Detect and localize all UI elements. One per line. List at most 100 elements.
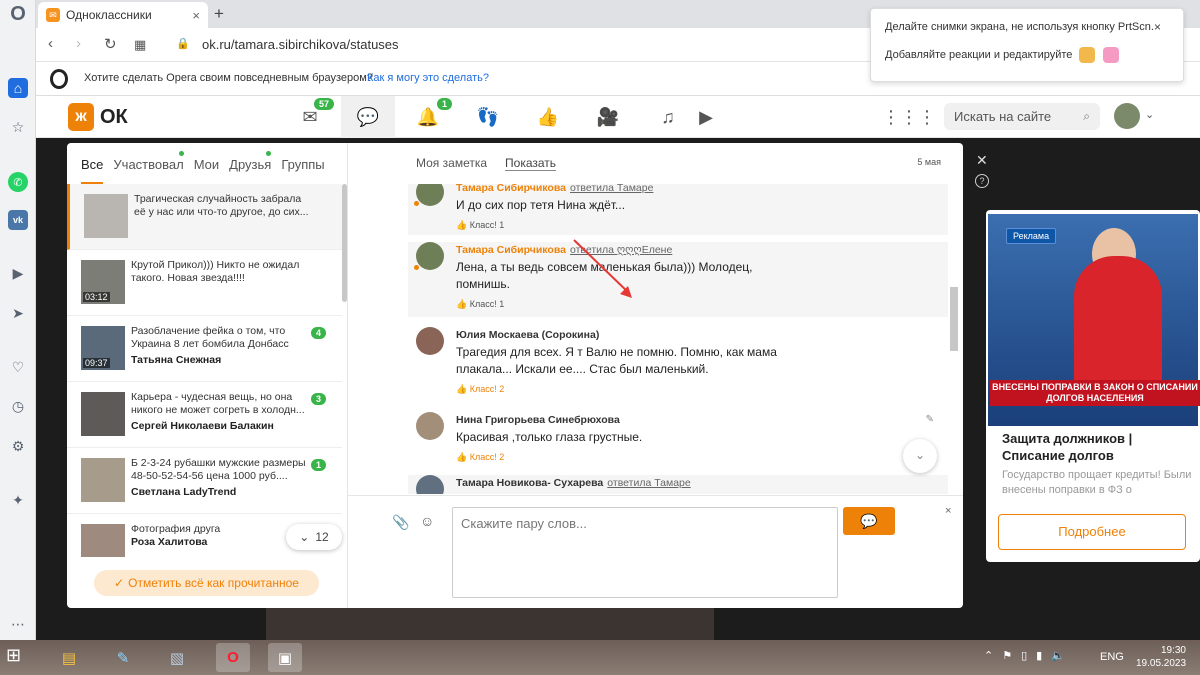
- new-dot: [178, 151, 184, 156]
- heart-icon[interactable]: ♡: [8, 357, 28, 377]
- comment-input[interactable]: Скажите пару слов...: [452, 507, 838, 598]
- comment-author[interactable]: Нина Григорьева Синебрюхова: [456, 414, 620, 426]
- avatar[interactable]: [416, 184, 444, 206]
- player-icon[interactable]: ▶: [8, 263, 28, 283]
- ad-more-button[interactable]: Подробнее: [998, 514, 1186, 550]
- chevron-up-icon[interactable]: ⌃: [984, 649, 993, 662]
- avatar[interactable]: [416, 242, 444, 270]
- language-indicator[interactable]: ENG: [1100, 651, 1124, 663]
- attach-icon[interactable]: 📎: [392, 514, 409, 531]
- scanner-icon[interactable]: ▧: [160, 643, 194, 672]
- show-link[interactable]: Показать: [505, 156, 557, 171]
- ad-title[interactable]: Защита должников | Списание долгов: [1002, 430, 1190, 464]
- search-input[interactable]: Искать на сайте ⌕: [944, 103, 1100, 130]
- opera-logo-icon[interactable]: O: [8, 3, 28, 25]
- list-item[interactable]: Карьера - чудесная вещь, но она никого н…: [67, 382, 342, 448]
- comment-author[interactable]: Тамара Сибирчикова: [456, 184, 566, 194]
- filter-friends[interactable]: Друзья: [229, 151, 272, 172]
- list-item[interactable]: Б 2-3-24 рубашки мужские размеры 48-50-5…: [67, 448, 342, 514]
- tab-odnoklassniki[interactable]: ✉ Одноклассники ×: [38, 2, 208, 28]
- network-icon[interactable]: ▮: [1036, 649, 1042, 662]
- list-item[interactable]: 03:12 Крутой Прикол))) Никто не ожидал т…: [67, 250, 342, 316]
- whatsapp-icon[interactable]: ✆: [8, 172, 28, 192]
- scroll-down-button[interactable]: ⌄: [903, 439, 937, 473]
- likes-icon[interactable]: 👍: [528, 104, 568, 130]
- thread-title[interactable]: Моя заметка: [416, 156, 487, 171]
- send-icon[interactable]: ➤: [8, 303, 28, 323]
- battery-icon[interactable]: ▯: [1021, 649, 1027, 662]
- more-icon[interactable]: ⋯: [8, 614, 28, 634]
- reply-to[interactable]: ответила Тамаре: [607, 477, 690, 489]
- filter-mine[interactable]: Мои: [194, 157, 219, 172]
- filter-participated[interactable]: Участвовал: [113, 151, 184, 172]
- comment-author[interactable]: Юлия Москаева (Сорокина): [456, 329, 599, 341]
- avatar[interactable]: [416, 412, 444, 440]
- reply-to[interactable]: ответила Тамаре: [570, 184, 653, 194]
- like-button[interactable]: 👍 Класс! 2: [456, 452, 948, 463]
- windows-start-icon[interactable]: ⊞: [6, 645, 32, 669]
- composer-close-icon[interactable]: ×: [945, 505, 951, 517]
- url-field[interactable]: ok.ru/tamara.sibirchikova/statuses: [202, 37, 399, 52]
- cat-emoji-icon: [1102, 47, 1119, 63]
- search-icon[interactable]: ⌕: [1083, 109, 1090, 124]
- filter-all[interactable]: Все: [81, 157, 104, 184]
- mark-all-read-button[interactable]: ✓ Отметить всё как прочитанное: [94, 570, 319, 596]
- comment-author[interactable]: Тамара Новикова- Сухарева: [456, 477, 603, 489]
- file-explorer-icon[interactable]: ▤: [52, 643, 86, 672]
- bookmarks-icon[interactable]: ☆: [8, 117, 28, 137]
- like-button[interactable]: 👍 Класс! 2: [456, 384, 948, 395]
- like-button[interactable]: 👍 Класс! 1: [456, 220, 948, 231]
- comment-author[interactable]: Тамара Сибирчикова: [456, 244, 566, 256]
- edit-pencil-icon[interactable]: ✎: [926, 414, 934, 425]
- home-icon[interactable]: ⌂: [8, 78, 28, 98]
- flag-icon[interactable]: ⚑: [1002, 649, 1012, 662]
- messages-icon[interactable]: ✉ 57: [290, 98, 334, 130]
- vk-icon[interactable]: vk: [8, 210, 28, 230]
- opera-taskbar-icon[interactable]: O: [216, 643, 250, 672]
- settings-gear-icon[interactable]: ⚙: [8, 436, 28, 456]
- list-scrollbar[interactable]: [342, 184, 347, 302]
- more-discussions-button[interactable]: ⌄ 12: [286, 524, 342, 550]
- help-icon[interactable]: ?: [975, 174, 989, 188]
- play-icon[interactable]: ▶: [686, 104, 726, 130]
- avatar[interactable]: [416, 475, 444, 494]
- send-button[interactable]: 💬: [843, 507, 895, 535]
- scrollbar-thumb[interactable]: [950, 287, 958, 351]
- thread-scrollbar[interactable]: [948, 184, 960, 494]
- ok-logo-text[interactable]: ОК: [100, 106, 128, 129]
- discussions-icon[interactable]: 💬: [341, 96, 395, 138]
- speed-dial-icon[interactable]: ▦: [134, 37, 146, 53]
- clock[interactable]: 19:30 19.05.2023: [1136, 644, 1186, 670]
- tab-close-icon[interactable]: ×: [192, 8, 200, 23]
- paint-icon[interactable]: ✎: [106, 643, 140, 672]
- history-icon[interactable]: ◷: [8, 396, 28, 416]
- guests-icon[interactable]: 👣: [468, 104, 508, 130]
- prompt-link[interactable]: Как я могу это сделать?: [367, 72, 489, 84]
- filter-groups[interactable]: Группы: [281, 157, 324, 172]
- avatar[interactable]: [416, 327, 444, 355]
- advertisement[interactable]: Реклама ВНЕСЕНЫ ПОПРАВКИ В ЗАКОН О СПИСА…: [986, 210, 1200, 562]
- like-button[interactable]: 👍 Класс! 1: [456, 299, 948, 310]
- new-tab-button[interactable]: +: [214, 4, 224, 24]
- discussion-thread-pane: Моя заметка Показать 5 мая Тамара Сибирч…: [348, 143, 963, 608]
- forward-icon[interactable]: ›: [76, 35, 81, 52]
- apps-grid-icon[interactable]: ⋮⋮⋮: [882, 104, 936, 130]
- video-icon[interactable]: 🎥: [588, 104, 628, 130]
- lightbulb-icon[interactable]: ✦: [8, 490, 28, 510]
- notifications-icon[interactable]: 🔔 1: [408, 98, 452, 130]
- list-item[interactable]: 09:37 Разоблачение фейка о том, что Укра…: [67, 316, 342, 382]
- smiley-icon[interactable]: ☺: [420, 513, 434, 529]
- ad-image[interactable]: Реклама ВНЕСЕНЫ ПОПРАВКИ В ЗАКОН О СПИСА…: [988, 214, 1200, 426]
- user-avatar[interactable]: [1114, 103, 1140, 129]
- like-icon: 👍: [456, 452, 468, 462]
- music-icon[interactable]: ♫: [648, 104, 688, 130]
- list-item[interactable]: Трагическая случайность забрала её у нас…: [67, 184, 342, 250]
- modal-close-icon[interactable]: ✕: [976, 152, 988, 169]
- volume-icon[interactable]: 🔈: [1051, 649, 1065, 662]
- document-taskbar-icon[interactable]: ▣: [268, 643, 302, 672]
- ok-logo-icon[interactable]: ж: [68, 103, 94, 131]
- chevron-down-icon[interactable]: ⌄: [1145, 108, 1154, 121]
- back-icon[interactable]: ‹: [48, 35, 53, 52]
- toast-close-button[interactable]: ×: [1154, 20, 1161, 34]
- reload-icon[interactable]: ↻: [104, 35, 117, 53]
